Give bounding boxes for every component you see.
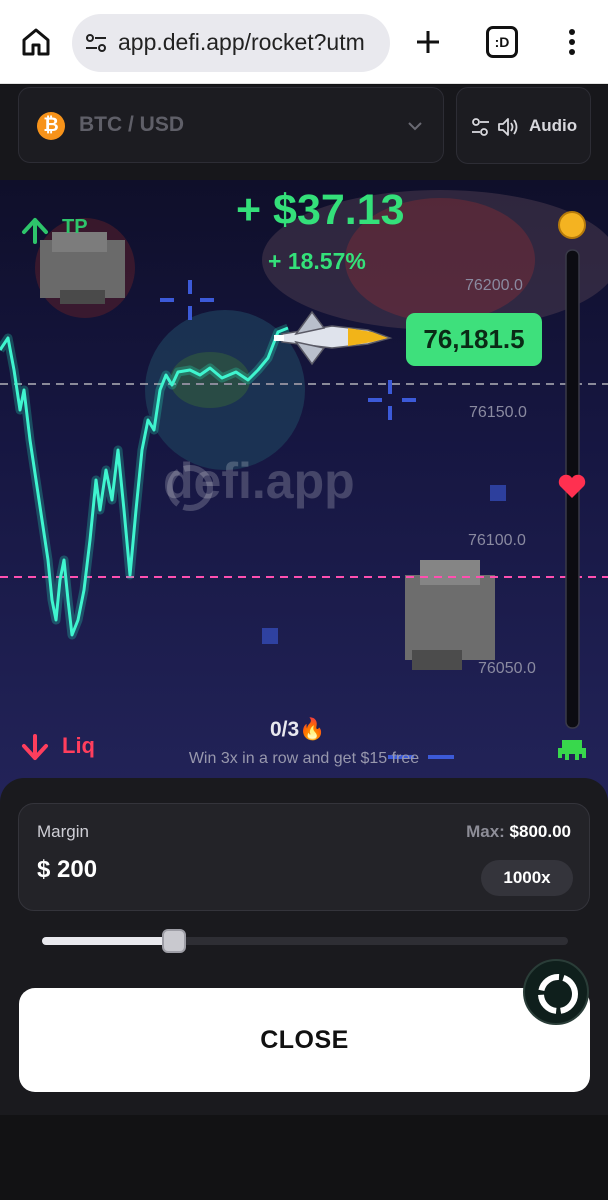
address-bar[interactable]: app.defi.app/rocket?utm xyxy=(72,14,390,72)
audio-button[interactable]: Audio xyxy=(456,87,591,164)
app-header: ₿ BTC / USD Audio xyxy=(0,85,608,180)
pair-label: BTC / USD xyxy=(79,113,184,136)
planet-earth-land xyxy=(170,352,250,408)
margin-slider[interactable] xyxy=(42,929,568,953)
margin-card: Margin $ 200 Max: $800.00 1000x xyxy=(18,803,590,911)
heart-marker-icon xyxy=(558,474,586,498)
max-value: $800.00 xyxy=(509,822,571,841)
site-settings-icon[interactable] xyxy=(84,31,108,55)
browser-toolbar: app.defi.app/rocket?utm :D xyxy=(0,0,608,84)
margin-label: Margin xyxy=(37,822,89,841)
home-icon[interactable] xyxy=(18,24,54,60)
price-tick: 76200.0 xyxy=(465,277,523,294)
slider-thumb[interactable] xyxy=(161,929,186,953)
watermark-text: defi.app xyxy=(163,453,355,509)
price-tick: 76150.0 xyxy=(469,404,527,421)
pair-selector[interactable]: ₿ BTC / USD xyxy=(18,87,444,163)
leverage-button[interactable]: 1000x xyxy=(481,860,573,896)
max-margin: Max: $800.00 xyxy=(466,822,571,842)
slider-fill xyxy=(42,937,174,945)
more-menu-icon[interactable] xyxy=(560,24,584,60)
margin-input[interactable]: $ 200 xyxy=(37,856,97,884)
win-streak-counter: 0/3🔥 xyxy=(270,718,326,741)
take-profit-label: TP xyxy=(62,216,88,238)
bitcoin-icon: ₿ xyxy=(37,112,65,140)
arrow-down-icon xyxy=(22,734,48,760)
pnl-percent: + 18.57% xyxy=(268,248,366,274)
price-tick: 76100.0 xyxy=(468,532,526,549)
settings-sliders-icon xyxy=(471,116,521,138)
rocket-game-canvas[interactable]: TP + $37.13 + 18.57% 76200.0 76150.0 761… xyxy=(0,180,608,820)
app: ₿ BTC / USD Audio TP + $37.13 + 18.57% 7… xyxy=(0,85,608,1200)
arrow-up-icon xyxy=(22,218,48,244)
max-label: Max: xyxy=(466,822,505,841)
current-price-badge: 76,181.5 xyxy=(406,313,542,366)
pnl-value: + $37.13 xyxy=(236,186,405,234)
win-streak-promo: Win 3x in a row and get $15 free xyxy=(188,750,420,767)
url-text[interactable]: app.defi.app/rocket?utm xyxy=(118,29,382,57)
close-position-button[interactable]: CLOSE xyxy=(19,988,590,1092)
trade-panel: Margin $ 200 Max: $800.00 1000x CLOSE xyxy=(0,778,608,1115)
new-tab-icon[interactable] xyxy=(410,24,446,60)
liquidation-label: Liq xyxy=(62,733,95,758)
audio-label: Audio xyxy=(529,116,578,135)
alien-icon xyxy=(558,740,586,760)
defi-app-logo-icon[interactable] xyxy=(523,959,589,1025)
price-tick: 76050.0 xyxy=(478,660,536,677)
tab-switcher-button[interactable]: :D xyxy=(486,26,518,58)
coin-icon xyxy=(558,211,586,239)
chevron-down-icon xyxy=(405,116,425,136)
